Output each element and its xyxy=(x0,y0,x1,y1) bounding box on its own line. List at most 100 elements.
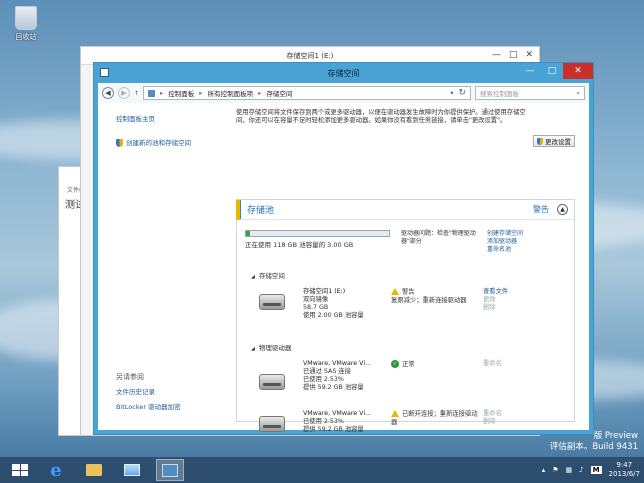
breadcrumb-item[interactable]: 控制面板 xyxy=(168,88,194,98)
flag-icon[interactable]: ⚑ xyxy=(552,466,558,474)
bitlocker-link[interactable]: BitLocker 驱动器加密 xyxy=(116,401,181,411)
create-pool-label: 创建新的池和存储空间 xyxy=(126,139,191,147)
title-bar[interactable]: 存储空间 — □ ✕ xyxy=(94,63,593,83)
recycle-bin-icon[interactable]: 回收站 xyxy=(8,6,44,42)
check-icon: ✓ xyxy=(391,360,399,368)
space-status: 警告 复原减少；重新连接驱动器 xyxy=(391,288,481,305)
volume-icon[interactable]: ♪ xyxy=(579,466,583,474)
drive-line: 已使用 2.53% xyxy=(303,418,344,425)
breadcrumb-item[interactable]: 存储空间 xyxy=(266,88,292,98)
space-info: 存储空间1 (E:) 双向镜像 58.7 GB 使用 2.00 GB 池容量 xyxy=(303,288,385,320)
drive-status-detail: 已断开连接；重新连接驱动器 xyxy=(391,410,478,426)
change-link[interactable]: 更改 xyxy=(483,296,508,304)
collapse-chevron-icon[interactable]: ▲ xyxy=(557,204,568,215)
build-watermark: 版 Preview 评估副本。Build 9431 xyxy=(550,431,638,453)
rename-pool-link[interactable]: 重命名池 xyxy=(487,246,523,254)
search-placeholder: 搜索控制面板 xyxy=(480,90,519,98)
drive-icon xyxy=(259,416,285,432)
search-input[interactable]: 搜索控制面板 ⌕ xyxy=(475,86,585,100)
pool-title: 存储池 xyxy=(247,206,275,216)
pool-links: 创建存储空间 添加驱动器 重命名池 xyxy=(487,230,523,254)
network-icon[interactable]: ▦ xyxy=(565,466,572,474)
navigation-bar: ◀ ▶ ↑ ▸ 控制面板 ▸ 所有控制面板项 ▸ 存储空间 ▾ ↻ 搜索控制面板… xyxy=(98,83,589,103)
clock[interactable]: 9:47 2013/6/7 xyxy=(609,461,640,479)
left-pane: 控制面板主页 创建新的池和存储空间 另请参阅 文件历史记录 BitLocker … xyxy=(98,103,226,430)
add-drives-link[interactable]: 添加驱动器 xyxy=(487,238,523,246)
control-panel-taskbar-icon[interactable] xyxy=(118,459,146,481)
capacity-bar xyxy=(245,230,390,237)
ime-indicator[interactable]: M xyxy=(590,466,602,474)
pool-status: 警告 xyxy=(533,205,549,214)
clock-time: 9:47 xyxy=(616,461,633,469)
start-button-windows-icon[interactable] xyxy=(8,461,32,479)
breadcrumb-item[interactable]: 所有控制面板项 xyxy=(208,88,254,98)
change-settings-label: 更改设置 xyxy=(545,138,571,146)
view-files-link[interactable]: 查看文件 xyxy=(483,288,508,296)
taskbar: e ▴ ⚑ ▦ ♪ M 9:47 2013/6/7 xyxy=(0,457,644,483)
control-panel-icon xyxy=(148,89,156,97)
back-minimize-button[interactable]: — xyxy=(492,50,501,60)
drive-name: VMware, VMware Vi... xyxy=(303,410,372,417)
capacity-fill xyxy=(246,231,250,236)
drive-icon xyxy=(259,294,285,310)
refresh-icon[interactable]: ↻ xyxy=(458,88,466,98)
forward-arrow-icon[interactable]: ▶ xyxy=(118,87,130,99)
drive-status-title: 正常 xyxy=(402,361,415,368)
space-name: 存储空间1 (E:) xyxy=(303,288,346,295)
internet-explorer-icon[interactable]: e xyxy=(42,459,70,481)
back-arrow-icon[interactable]: ◀ xyxy=(102,87,114,99)
tray-arrow-icon[interactable]: ▴ xyxy=(542,466,546,474)
create-space-link[interactable]: 创建存储空间 xyxy=(487,230,523,238)
drive-line: 已通过 SAS 连接 xyxy=(303,368,351,375)
see-also: 另请参阅 文件历史记录 BitLocker 驱动器加密 xyxy=(116,372,181,416)
shield-icon xyxy=(116,139,123,147)
section-storage-spaces[interactable]: 存储空间 xyxy=(251,270,285,280)
file-history-link[interactable]: 文件历史记录 xyxy=(116,386,181,396)
recycle-bin-image xyxy=(15,6,37,30)
change-settings-button[interactable]: 更改设置 xyxy=(533,135,575,147)
address-dropdown-icon[interactable]: ▾ xyxy=(450,89,453,97)
drive-icon xyxy=(259,374,285,390)
drive-info: VMware, VMware Vi... 已使用 2.53% 提供 59.2 G… xyxy=(303,410,385,434)
space-links: 查看文件 更改 删除 xyxy=(483,288,508,312)
search-icon[interactable]: ⌕ xyxy=(576,89,580,98)
pool-status-text: 驱动器问题：检查"物理驱动器"部分 xyxy=(401,230,476,245)
see-also-header: 另请参阅 xyxy=(116,373,144,381)
address-bar[interactable]: ▸ 控制面板 ▸ 所有控制面板项 ▸ 存储空间 ▾ ↻ xyxy=(143,86,471,100)
drive-line: 提供 59.2 GB 池容量 xyxy=(303,426,364,433)
clock-date: 2013/6/7 xyxy=(608,470,640,478)
storage-spaces-taskbar-icon[interactable] xyxy=(156,459,184,481)
space-status-title: 警告 xyxy=(402,288,415,296)
pool-header[interactable]: 存储池 警告 ▲ xyxy=(237,200,574,220)
drive-links: 重命名 删除 xyxy=(483,410,502,426)
recycle-bin-label: 回收站 xyxy=(15,33,37,41)
storage-pool-panel: 存储池 警告 ▲ 正在使用 118 GB 池容量的 3.00 GB 驱动器问题：… xyxy=(236,199,575,433)
warning-stripe xyxy=(236,200,240,220)
rename-link[interactable]: 重命名 xyxy=(483,360,502,368)
space-line: 58.7 GB xyxy=(303,304,329,311)
pool-capacity: 正在使用 118 GB 池容量的 3.00 GB xyxy=(245,230,390,249)
space-line: 使用 2.00 GB 池容量 xyxy=(303,312,364,319)
window-body: 控制面板主页 创建新的池和存储空间 另请参阅 文件历史记录 BitLocker … xyxy=(98,103,589,433)
drive-name: VMware, VMware Vi... xyxy=(303,360,372,367)
rename-link[interactable]: 重命名 xyxy=(483,410,502,418)
control-panel-home-link[interactable]: 控制面板主页 xyxy=(116,113,226,123)
delete-link[interactable]: 删除 xyxy=(483,304,508,312)
back-maximize-button[interactable]: □ xyxy=(509,50,518,60)
drive-line: 已使用 2.53% xyxy=(303,376,344,383)
minimize-button[interactable]: — xyxy=(519,63,541,79)
description-text: 使用存储空间将文件保存到两个或更多驱动器，以便在驱动器发生故障时为你提供保护。通… xyxy=(236,109,526,124)
space-status-detail: 复原减少；重新连接驱动器 xyxy=(391,296,467,304)
back-close-button[interactable]: ✕ xyxy=(525,50,533,60)
watermark-line: 评估副本。Build 9431 xyxy=(549,442,638,452)
warning-icon xyxy=(391,410,399,417)
shield-icon xyxy=(537,137,543,145)
section-physical-drives[interactable]: 物理驱动器 xyxy=(251,342,292,352)
delete-link[interactable]: 删除 xyxy=(483,418,502,426)
create-pool-link[interactable]: 创建新的池和存储空间 xyxy=(116,137,226,147)
up-arrow-icon[interactable]: ↑ xyxy=(134,90,139,97)
maximize-button[interactable]: □ xyxy=(541,63,563,79)
close-button[interactable]: ✕ xyxy=(563,63,593,79)
file-explorer-icon[interactable] xyxy=(80,459,108,481)
drive-links: 重命名 xyxy=(483,360,502,368)
